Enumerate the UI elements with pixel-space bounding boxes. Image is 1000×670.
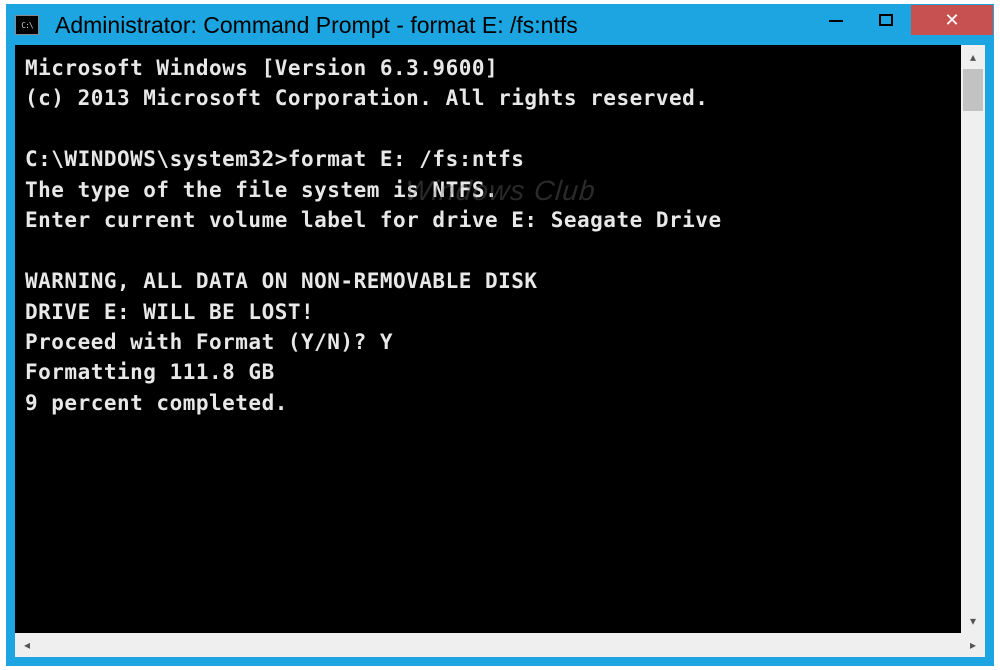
vertical-scrollbar[interactable]: ▴ ▾ (961, 45, 985, 633)
maximize-icon (879, 14, 893, 26)
close-button[interactable]: ✕ (911, 5, 993, 35)
console-line: (c) 2013 Microsoft Corporation. All righ… (25, 86, 708, 110)
scroll-up-arrow-icon[interactable]: ▴ (961, 45, 985, 69)
console-line: C:\WINDOWS\system32>format E: /fs:ntfs (25, 147, 524, 171)
maximize-button[interactable] (861, 5, 911, 35)
horizontal-scrollbar[interactable]: ◂ ▸ (15, 633, 985, 657)
console-line: 9 percent completed. (25, 391, 288, 415)
console-line: DRIVE E: WILL BE LOST! (25, 300, 314, 324)
close-icon: ✕ (944, 10, 959, 31)
console-line: WARNING, ALL DATA ON NON-REMOVABLE DISK (25, 269, 538, 293)
app-icon: C:\ (15, 15, 39, 35)
vertical-scroll-track[interactable] (961, 69, 985, 609)
command-prompt-window: C:\ Administrator: Command Prompt - form… (6, 4, 994, 666)
console-line: Enter current volume label for drive E: … (25, 208, 722, 232)
minimize-button[interactable] (811, 5, 861, 35)
scroll-down-arrow-icon[interactable]: ▾ (961, 609, 985, 633)
console-line: Proceed with Format (Y/N)? Y (25, 330, 393, 354)
vertical-scroll-thumb[interactable] (963, 69, 983, 111)
titlebar[interactable]: C:\ Administrator: Command Prompt - form… (7, 5, 993, 45)
console-line: Formatting 111.8 GB (25, 360, 275, 384)
scroll-right-arrow-icon[interactable]: ▸ (961, 633, 985, 657)
console-line: The type of the file system is NTFS. (25, 178, 498, 202)
console-content-area[interactable]: Microsoft Windows [Version 6.3.9600] (c)… (15, 45, 985, 633)
window-controls: ✕ (811, 5, 993, 45)
console-output: Microsoft Windows [Version 6.3.9600] (c)… (15, 45, 985, 426)
window-title: Administrator: Command Prompt - format E… (55, 12, 811, 39)
scroll-left-arrow-icon[interactable]: ◂ (15, 633, 39, 657)
console-line: Microsoft Windows [Version 6.3.9600] (25, 56, 498, 80)
minimize-icon (829, 19, 843, 22)
